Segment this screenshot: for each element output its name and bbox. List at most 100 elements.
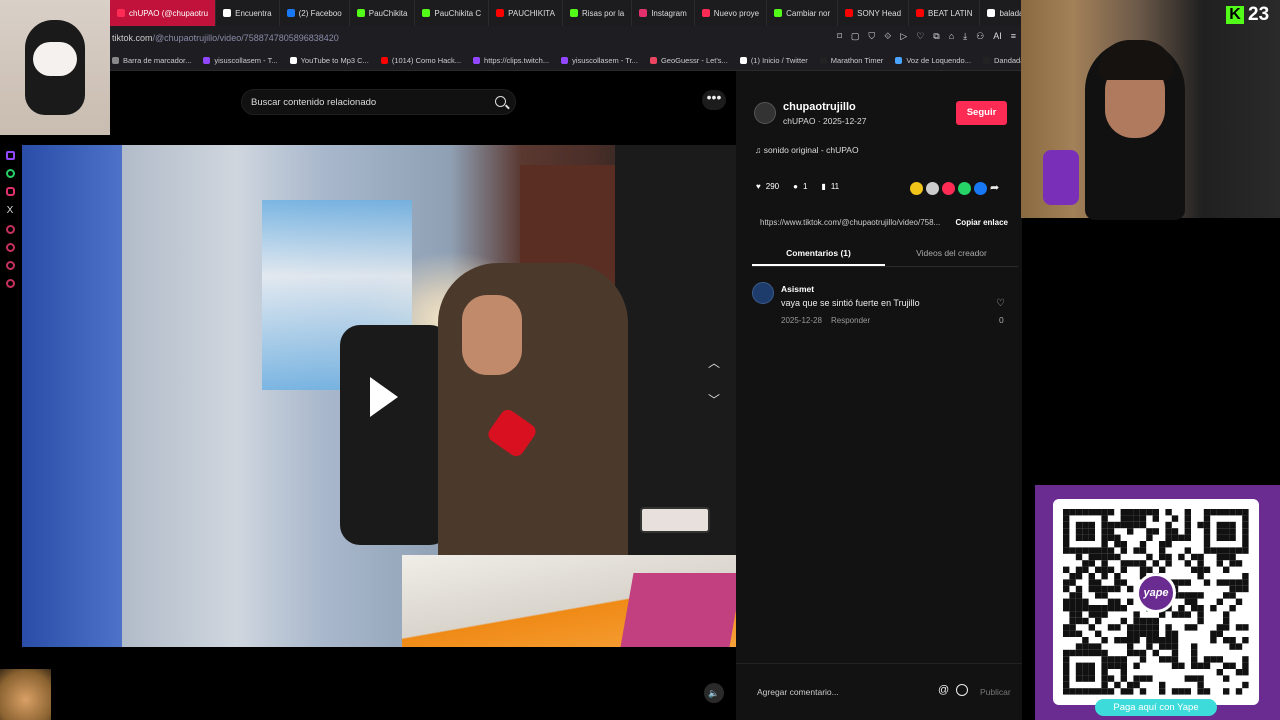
heart-icon[interactable]: ♡ [916, 31, 924, 42]
settings-icon[interactable] [5, 279, 15, 288]
browser-tab[interactable]: Risas por la [563, 0, 633, 26]
browser-tab[interactable]: PauChikita C [415, 0, 490, 26]
qr-module [1184, 547, 1191, 554]
ai-button[interactable]: AI [993, 31, 1002, 42]
qr-module [1069, 649, 1076, 657]
emoji-icon[interactable] [956, 684, 968, 696]
save-stat[interactable]: ▮ 11 [821, 182, 839, 191]
browser-tab[interactable]: Encuentra [216, 0, 280, 26]
browser-tab[interactable]: Cambiar nor [767, 0, 839, 26]
music-icon[interactable] [5, 225, 15, 234]
comment-like-icon[interactable]: ♡ [996, 298, 1005, 309]
publish-button[interactable]: Publicar [980, 687, 1011, 697]
qr-module [1127, 521, 1134, 529]
share-icon[interactable] [910, 182, 923, 195]
menu-icon[interactable]: ≡ [1011, 31, 1016, 42]
reply-button[interactable]: Responder [831, 316, 870, 325]
browser-tab[interactable]: PauChikita [350, 0, 416, 26]
home-icon[interactable]: ⌂ [949, 31, 954, 42]
commenter-avatar[interactable] [752, 282, 774, 304]
download-icon[interactable]: ⤓ [963, 31, 967, 42]
next-video-icon[interactable]: ﹀ [706, 391, 722, 407]
kick-viewer-counter: K 23 [1226, 4, 1269, 26]
bookmark-item[interactable]: (1014) Como Hack... [380, 56, 461, 65]
history-icon[interactable] [5, 243, 15, 252]
bookmark-item[interactable]: Barra de marcador... [112, 56, 191, 65]
search-input[interactable]: Buscar contenido relacionado [241, 89, 516, 115]
copy-link-button[interactable]: Copiar enlace [956, 218, 1008, 227]
shield-icon[interactable]: ⛉ [868, 31, 875, 42]
qr-module [1101, 605, 1108, 612]
qr-module [1171, 515, 1179, 522]
forward-icon[interactable]: ➦ [990, 182, 999, 195]
share-icon[interactable] [926, 182, 939, 195]
twitch-icon[interactable] [5, 151, 15, 160]
instagram-icon[interactable] [5, 187, 15, 196]
reader-icon[interactable]: ▢ [851, 31, 860, 42]
url-text[interactable]: tiktok.com/@chupaotrujillo/video/7588747… [110, 33, 339, 43]
qr-module [1120, 521, 1127, 529]
tab-comments[interactable]: Comentarios (1) [752, 243, 885, 266]
extensions-icon[interactable]: ⧉ [933, 31, 939, 42]
bookmark-item[interactable]: (1) Inicio / Twitter [739, 56, 808, 65]
share-icon[interactable] [974, 182, 987, 195]
more-options-button[interactable]: ••• [702, 90, 726, 110]
whatsapp-icon[interactable] [5, 169, 15, 178]
tab-label: Encuentra [235, 8, 272, 18]
browser-tab[interactable]: (2) Faceboo [280, 0, 350, 26]
bookmark-item[interactable]: https://clips.twitch... [473, 56, 549, 65]
sound-link[interactable]: ♫ sonido original - chUPAO [755, 145, 859, 155]
qr-module [1184, 624, 1191, 631]
qr-module [1223, 624, 1230, 631]
creator-username[interactable]: chupaotrujillo [783, 101, 856, 113]
mention-button[interactable]: @ [938, 684, 949, 696]
profile-icon[interactable]: ⚇ [976, 31, 984, 42]
bookmark-item[interactable]: yisuscollasem - T... [203, 56, 278, 65]
bookmark-item[interactable]: Marathon Timer [819, 56, 883, 65]
share-icon[interactable] [942, 182, 955, 195]
browser-tab[interactable]: chUPAO (@chupaotru [110, 0, 217, 26]
tab-creator-videos[interactable]: Videos del creador [885, 243, 1018, 266]
qr-module [1216, 521, 1223, 529]
browser-tab[interactable]: Nuevo proye [695, 0, 768, 26]
volume-icon[interactable]: 🔈 [704, 683, 724, 703]
qr-module [1165, 643, 1172, 650]
qr-module [1133, 547, 1140, 554]
bookmark-item[interactable]: Dandadan, Capitul... [982, 56, 1022, 65]
bookmark-item[interactable]: yisuscollasem - Tr... [561, 56, 638, 65]
follow-button[interactable]: Seguir [956, 101, 1007, 125]
commenter-name[interactable]: Asismet [781, 284, 814, 294]
bookmark-item[interactable]: GeoGuessr - Let's... [649, 56, 728, 65]
translate-icon[interactable]: ⟐ [884, 31, 891, 42]
bookmark-icon[interactable]: ⌑ [837, 31, 842, 42]
qr-module [1101, 566, 1108, 573]
panel-tabs: Comentarios (1) Videos del creador [752, 243, 1018, 267]
qr-module [1133, 521, 1140, 529]
browser-tab[interactable]: PAUCHIKITA [489, 0, 563, 26]
qr-module [1088, 649, 1095, 657]
browser-tab[interactable]: Instagram [632, 0, 695, 26]
avatar[interactable] [754, 102, 776, 124]
qr-module [1216, 534, 1223, 541]
like-stat[interactable]: ♥ 290 [756, 182, 779, 191]
search-icon[interactable] [495, 96, 506, 107]
x-icon[interactable]: X [7, 205, 14, 216]
share-icon[interactable] [958, 182, 971, 195]
video-link[interactable]: https://www.tiktok.com/@chupaotrujillo/v… [760, 218, 940, 227]
play-icon[interactable] [368, 377, 398, 417]
comment-stat[interactable]: ● 1 [793, 182, 807, 191]
qr-module [1216, 624, 1223, 631]
browser-tab[interactable]: balada en in [980, 0, 1022, 26]
tools-icon[interactable] [5, 261, 15, 270]
bookmark-item[interactable]: Voz de Loquendo... [895, 56, 971, 65]
qr-module [1235, 643, 1243, 650]
bookmark-item[interactable]: YouTube to Mp3 C... [289, 56, 369, 65]
previous-video-icon[interactable]: ︿ [706, 354, 722, 370]
address-bar[interactable]: tiktok.com/@chupaotrujillo/video/7588747… [110, 26, 1022, 50]
qr-module [1229, 521, 1236, 529]
browser-tab[interactable]: BEAT LATIN [909, 0, 981, 26]
comment-input[interactable]: Agregar comentario... [757, 687, 839, 697]
cat-thumbnail [0, 669, 51, 720]
browser-tab[interactable]: SONY Head [838, 0, 910, 26]
play-icon[interactable]: ▷ [900, 31, 907, 42]
